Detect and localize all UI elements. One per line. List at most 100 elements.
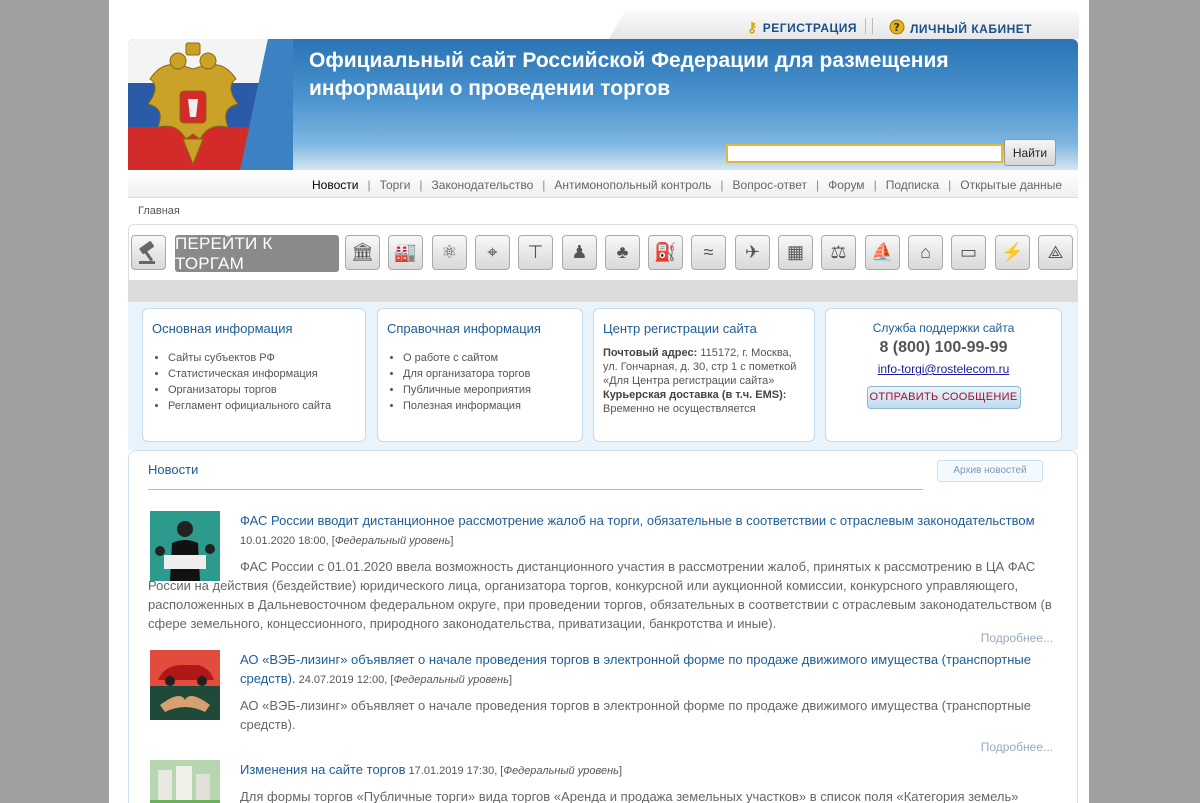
svg-text:?: ? — [894, 21, 901, 34]
key-icon: ⚷ — [747, 19, 758, 35]
reference-info-title: Справочная информация — [387, 321, 541, 336]
nav-separator: | — [873, 178, 877, 192]
forest-icon[interactable]: ♣ — [605, 235, 640, 270]
factory-icon[interactable]: 🏭 — [388, 235, 423, 270]
forest-worker-icon[interactable]: ♟ — [562, 235, 597, 270]
register-link[interactable]: ⚷ РЕГИСТРАЦИЯ — [747, 19, 857, 36]
support-box: Служба поддержки сайта 8 (800) 100-99-99… — [825, 308, 1062, 442]
news-item: Изменения на сайте торгов 17.01.2019 17:… — [148, 760, 1053, 803]
info-panel: Основная информация Сайты субъектов РФСт… — [128, 302, 1078, 450]
nav-item[interactable]: Законодательство — [432, 178, 534, 192]
news-archive-button[interactable]: Архив новостей — [937, 460, 1043, 482]
news-text: Для формы торгов «Публичные торги» вида … — [240, 789, 1019, 803]
main-info-list: Сайты субъектов РФСтатистическая информа… — [168, 350, 365, 414]
support-email-link[interactable]: info-torgi@rostelecom.ru — [878, 362, 1010, 376]
news-text: АО «ВЭБ-лизинг» объявляет о начале прове… — [240, 698, 1032, 732]
info-link[interactable]: Полезная информация — [403, 398, 582, 414]
nav-separator: | — [542, 178, 546, 192]
search-button[interactable]: Найти — [1004, 139, 1056, 166]
category-icon-bar: ПЕРЕЙТИ К ТОРГАМ 🏛 🏭 ⚛ ⌖ ⊤ ♟ ♣ ⛽ ≈ ✈ ▦ ⚖ ⛵ ⌂ ▭ ⚡ ⟁ — [128, 224, 1078, 281]
oil-pump-icon[interactable]: ⛽ — [648, 235, 683, 270]
nav-item[interactable]: Новости — [312, 178, 358, 192]
nav-separator: | — [419, 178, 423, 192]
cabinet-link[interactable]: ? ЛИЧНЫЙ КАБИНЕТ — [889, 19, 1032, 38]
info-link[interactable]: Организаторы торгов — [168, 382, 365, 398]
support-title: Служба поддержки сайта — [872, 321, 1015, 335]
flooded-house-icon[interactable]: ⌂ — [908, 235, 943, 270]
info-link[interactable]: О работе с сайтом — [403, 350, 582, 366]
gray-divider-bar — [128, 281, 1078, 302]
nav-item[interactable]: Торги — [380, 178, 411, 192]
nav-item[interactable]: Подписка — [886, 178, 939, 192]
nav-separator: | — [815, 178, 820, 192]
news-divider — [148, 489, 923, 490]
nav-separator: | — [367, 178, 371, 192]
courier-label: Курьерская доставка (в т.ч. EMS): — [603, 389, 787, 401]
main-nav-bar: Новости | Торги | Законодательство | Антимоноп… — [128, 170, 1078, 198]
breadcrumb[interactable]: Главная — [138, 205, 180, 217]
reference-info-box: Справочная информация О работе с сайтомД… — [377, 308, 583, 442]
info-link[interactable]: Для организатора торгов — [403, 366, 582, 382]
nav-item[interactable]: Открытые данные — [960, 178, 1062, 192]
nav-item[interactable]: Форум — [828, 178, 864, 192]
theodolite-icon[interactable]: ⌖ — [475, 235, 510, 270]
news-date: 10.01.2020 18:00, [Федеральный уровень] — [240, 535, 454, 547]
top-bar: ⚷ РЕГИСТРАЦИЯ ? ЛИЧНЫЙ КАБИНЕТ — [629, 11, 1079, 39]
top-divider — [865, 18, 873, 34]
nav-item[interactable]: Вопрос-ответ — [733, 178, 807, 192]
register-label: РЕГИСТРАЦИЯ — [762, 20, 858, 35]
site-title-line2: информации о проведении торгов — [309, 77, 671, 100]
search-input[interactable] — [726, 144, 1003, 163]
info-link[interactable]: Регламент официального сайта — [168, 398, 365, 414]
registration-center-box: Центр регистрации сайта Почтовый адрес: … — [593, 308, 815, 442]
postal-label: Почтовый адрес: — [603, 347, 698, 359]
nav-separator: | — [720, 178, 724, 192]
news-text: ФАС России с 01.01.2020 ввела возможност… — [148, 559, 1052, 631]
goto-auctions-button[interactable]: ПЕРЕЙТИ К ТОРГАМ — [175, 234, 339, 273]
power-tower-icon[interactable]: ⚡ — [995, 235, 1030, 270]
question-icon: ? — [889, 19, 905, 38]
news-thumbnail — [150, 650, 220, 720]
info-link[interactable]: Статистическая информация — [168, 366, 365, 382]
government-building-icon[interactable]: 🏛 — [345, 235, 380, 270]
news-title-link[interactable]: ФАС России вводит дистанционное рассмотр… — [240, 511, 1053, 530]
info-link[interactable]: Сайты субъектов РФ — [168, 350, 365, 366]
fish-icon[interactable]: ✈ — [735, 235, 770, 270]
main-nav: Новости | Торги | Законодательство | Антимоноп… — [312, 178, 1062, 192]
site-title-line1: Официальный сайт Российской Федерации дл… — [309, 49, 949, 72]
nav-separator: | — [948, 178, 952, 192]
main-info-box: Основная информация Сайты субъектов РФСт… — [142, 308, 366, 442]
courier-value: Временно не осуществляется — [603, 403, 756, 415]
news-thumbnail — [150, 760, 220, 803]
crane-icon[interactable]: ⊤ — [518, 235, 553, 270]
water-icon[interactable]: ≈ — [691, 235, 726, 270]
site-title: Официальный сайт Российской Федерации дл… — [309, 47, 949, 103]
cabinet-label: ЛИЧНЫЙ КАБИНЕТ — [910, 21, 1033, 36]
billboard-icon[interactable]: ▭ — [951, 235, 986, 270]
reference-info-list: О работе с сайтомДля организатора торгов… — [403, 350, 582, 414]
news-heading: Новости — [148, 462, 199, 477]
jet-ski-icon[interactable]: ⛵ — [865, 235, 900, 270]
header-banner: Официальный сайт Российской Федерации дл… — [128, 39, 1078, 170]
registration-center-title: Центр регистрации сайта — [603, 321, 757, 336]
gavel-icon[interactable] — [131, 235, 166, 270]
building-icon[interactable]: ▦ — [778, 235, 813, 270]
nav-item[interactable]: Антимонопольный контроль — [554, 178, 711, 192]
info-link[interactable]: Публичные мероприятия — [403, 382, 582, 398]
main-info-title: Основная информация — [152, 321, 293, 336]
news-thumbnail — [150, 511, 220, 581]
page: ⚷ РЕГИСТРАЦИЯ ? ЛИЧНЫЙ КАБИНЕТ Официальн… — [109, 0, 1089, 803]
atom-icon[interactable]: ⚛ — [432, 235, 467, 270]
news-section: Новости Архив новостей ФАС России вводит… — [128, 450, 1078, 803]
support-phone: 8 (800) 100-99-99 — [879, 339, 1008, 356]
radio-tower-icon[interactable]: ⟁ — [1038, 235, 1073, 270]
coat-of-arms-icon — [147, 42, 239, 166]
registration-address: Почтовый адрес: 115172, г. Москва, ул. Г… — [603, 346, 806, 416]
news-more-link[interactable]: Подробнее... — [981, 740, 1053, 754]
send-message-button[interactable]: ОТПРАВИТЬ СООБЩЕНИЕ — [866, 386, 1021, 409]
news-title-link[interactable]: Изменения на сайте торгов 17.01.2019 17:… — [240, 760, 1053, 781]
news-title-link[interactable]: АО «ВЭБ-лизинг» объявляет о начале прове… — [240, 650, 1053, 690]
news-more-link[interactable]: Подробнее... — [981, 631, 1053, 645]
scales-icon[interactable]: ⚖ — [821, 235, 856, 270]
news-item: АО «ВЭБ-лизинг» объявляет о начале прове… — [148, 650, 1053, 758]
